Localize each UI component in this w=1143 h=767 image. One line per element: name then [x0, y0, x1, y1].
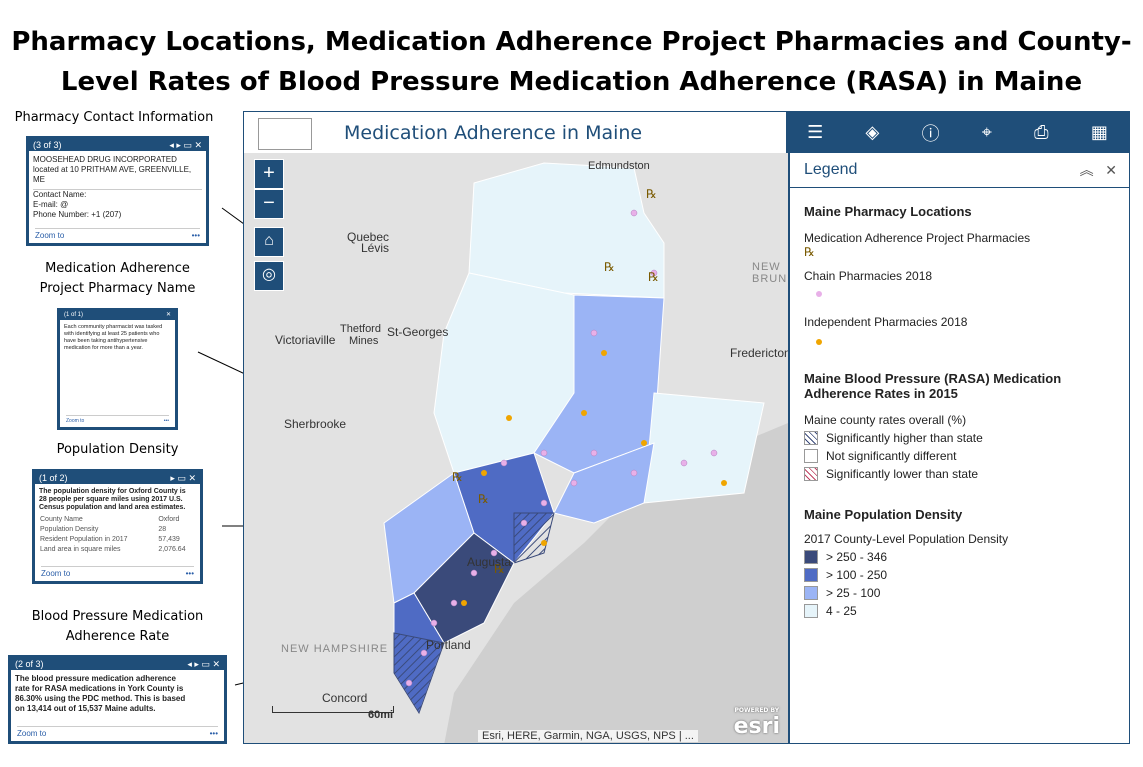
esri-logo: POWERED BY esri: [733, 707, 780, 739]
app-header: Medication Adherence in Maine ☰ ◈ ⓘ ⌖ ⎙ …: [244, 112, 1129, 153]
svg-text:℞: ℞: [604, 260, 615, 274]
close-icon[interactable]: ✕: [1105, 162, 1117, 178]
county-aroostook: [468, 162, 665, 299]
app-title: Medication Adherence in Maine: [344, 122, 643, 144]
zoom-in-button[interactable]: +: [254, 159, 284, 189]
print-icon[interactable]: ⎙: [1034, 122, 1048, 143]
map-view[interactable]: ℞ ℞ ℞ ℞ ℞ ℞ Edmundston Quebec Lévis Thetford…: [244, 153, 788, 743]
svg-text:℞: ℞: [646, 187, 657, 201]
toolbar: ☰ ◈ ⓘ ⌖ ⎙ ▦: [786, 112, 1129, 153]
independent-dot-icon: [816, 339, 822, 345]
svg-text:℞: ℞: [478, 492, 489, 506]
locate-icon[interactable]: ⌖: [982, 122, 992, 143]
chain-dot-icon: [816, 291, 822, 297]
grid-icon[interactable]: ▦: [1091, 122, 1108, 143]
zoom-out-button[interactable]: −: [254, 189, 284, 219]
locate-me-icon[interactable]: ◎: [254, 261, 284, 291]
legend-title: Legend: [804, 161, 858, 178]
legend-panel: Legend ︽ ✕ Maine Pharmacy Locations Medi…: [788, 153, 1129, 743]
info-icon[interactable]: ⓘ: [922, 120, 940, 146]
svg-text:℞: ℞: [452, 470, 463, 484]
collapse-icon[interactable]: ︽: [1080, 162, 1094, 178]
layers-icon[interactable]: ◈: [865, 122, 879, 143]
maine-cdc-logo: [258, 118, 312, 150]
map-app: Medication Adherence in Maine ☰ ◈ ⓘ ⌖ ⎙ …: [243, 111, 1130, 744]
list-icon[interactable]: ☰: [807, 122, 823, 143]
project-pharmacy-icon: ℞: [804, 245, 815, 259]
map-attribution: Esri, HERE, Garmin, NGA, USGS, NPS | ...: [478, 730, 698, 742]
home-icon[interactable]: ⌂: [254, 227, 284, 257]
svg-text:℞: ℞: [648, 270, 659, 284]
maine-map: ℞℞℞ ℞℞℞: [244, 153, 788, 743]
